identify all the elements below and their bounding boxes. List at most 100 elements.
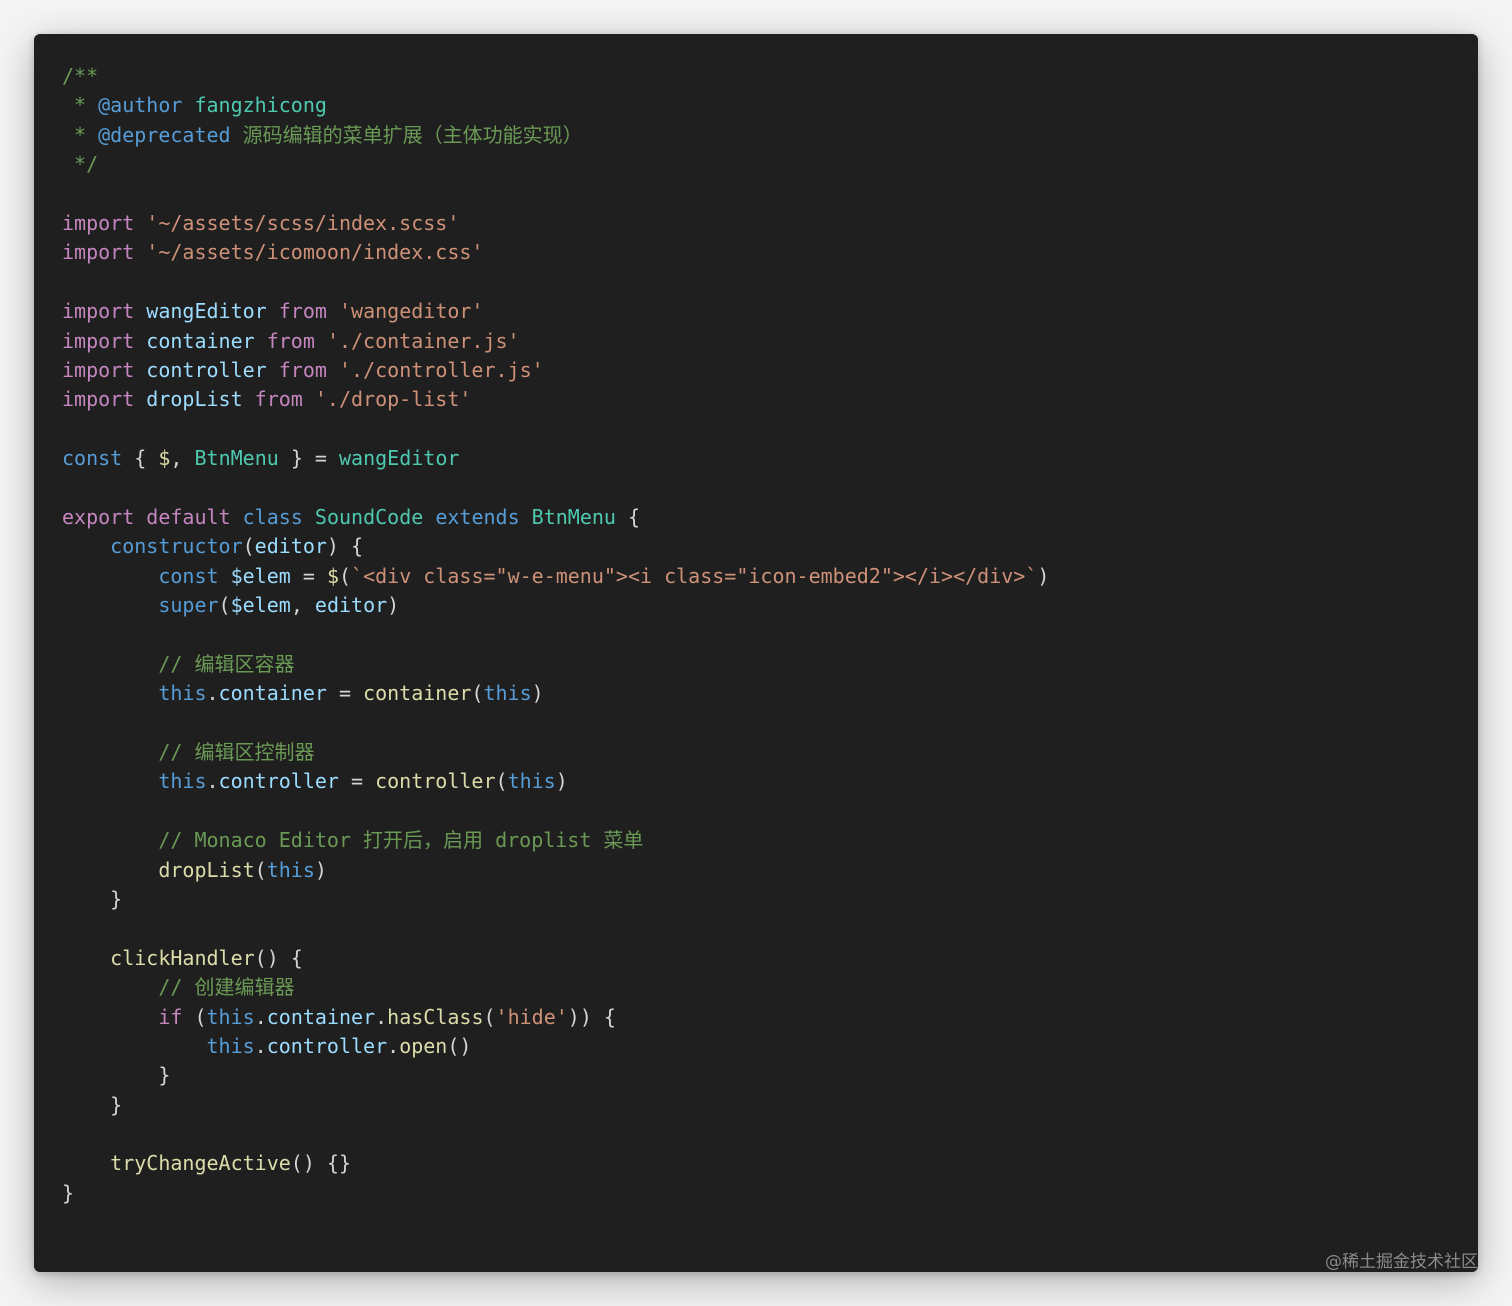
code-token: const [158,563,219,588]
code-token: './controller.js' [338,357,544,382]
code-token: () [447,1033,472,1058]
code-token: controller [146,357,267,382]
code-token: $ [326,563,339,588]
code-snippet-window: /** * @author fangzhicong * @deprecated … [34,34,1478,1272]
code-token: wangEditor [146,299,267,324]
code-token: import [62,357,135,382]
code-token: open [399,1033,448,1058]
code-token: () { [254,945,303,970]
code-token: `<div class="w-e-menu"><i class="icon-em… [351,563,1038,588]
code-token: ( [495,769,508,794]
code-token: from [254,387,303,412]
code-token: this [507,769,556,794]
code-token: hasClass [387,1004,484,1029]
code-token: ( [471,681,484,706]
code-token: /** [62,64,99,88]
code-token: () {} [290,1151,352,1176]
code-line: * @deprecated 源码编辑的菜单扩展（主体功能实现） [62,121,1049,150]
code-token: './drop-list' [314,387,472,412]
code-token: this [266,857,315,882]
code-token: = [290,563,327,588]
code-token: wangEditor [339,446,460,471]
code-block: /** * @author fangzhicong * @deprecated … [62,62,1049,1208]
code-token: $ [158,446,171,471]
code-line: // 创建编辑器 [62,973,1049,1002]
code-token: $elem [230,593,291,618]
code-line: dropList(this) [62,856,1049,885]
code-token: ) [314,857,327,882]
code-token: )) { [567,1004,616,1029]
code-token: * [62,122,99,147]
code-token: const [62,446,123,471]
code-token: @deprecated [98,122,231,147]
code-token: this [206,1004,255,1029]
code-line: this.controller.open() [62,1032,1049,1061]
code-token: = [338,769,376,794]
code-token: container [146,328,255,353]
code-token: import [62,387,135,412]
code-token: . [387,1033,400,1058]
code-token: . [254,1004,267,1029]
code-token: controller [218,769,339,794]
code-token: 'wangeditor' [338,299,484,324]
code-line: const { $, BtnMenu } = wangEditor [62,444,1049,473]
code-token: editor [254,534,327,559]
code-line: if (this.container.hasClass('hide')) { [62,1003,1049,1032]
code-line: import dropList from './drop-list' [62,385,1049,414]
code-token: ( [242,534,255,559]
code-line: */ [62,150,1049,179]
code-line: export default class SoundCode extends B… [62,503,1049,532]
code-token: , [290,593,315,618]
code-token: SoundCode [314,504,424,529]
code-token: this [158,769,207,794]
code-token: super [158,593,219,618]
code-token: clickHandler [110,945,255,970]
code-token: , [170,446,195,471]
code-token: . [206,681,219,706]
code-token: import [62,299,135,324]
code-token: ( [483,1004,496,1029]
code-token: ( [218,593,231,618]
code-token: if [158,1004,183,1029]
code-token: ) [387,593,400,618]
code-token: ( [254,857,267,882]
code-token: from [278,299,327,324]
code-token: // 编辑区控制器 [158,739,315,764]
code-line: } [62,1061,1049,1090]
code-line: } [62,1179,1049,1208]
code-token: controller [375,769,496,794]
code-line: this.container = container(this) [62,679,1049,708]
code-token: import [62,240,135,265]
code-token: } [62,886,123,911]
code-line: * @author fangzhicong [62,91,1049,120]
code-line: // 编辑区控制器 [62,738,1049,767]
code-token: editor [314,593,388,618]
code-token: } [62,1180,75,1205]
code-token: container [266,1004,376,1029]
code-token: class [242,504,303,529]
code-token: . [375,1004,388,1029]
